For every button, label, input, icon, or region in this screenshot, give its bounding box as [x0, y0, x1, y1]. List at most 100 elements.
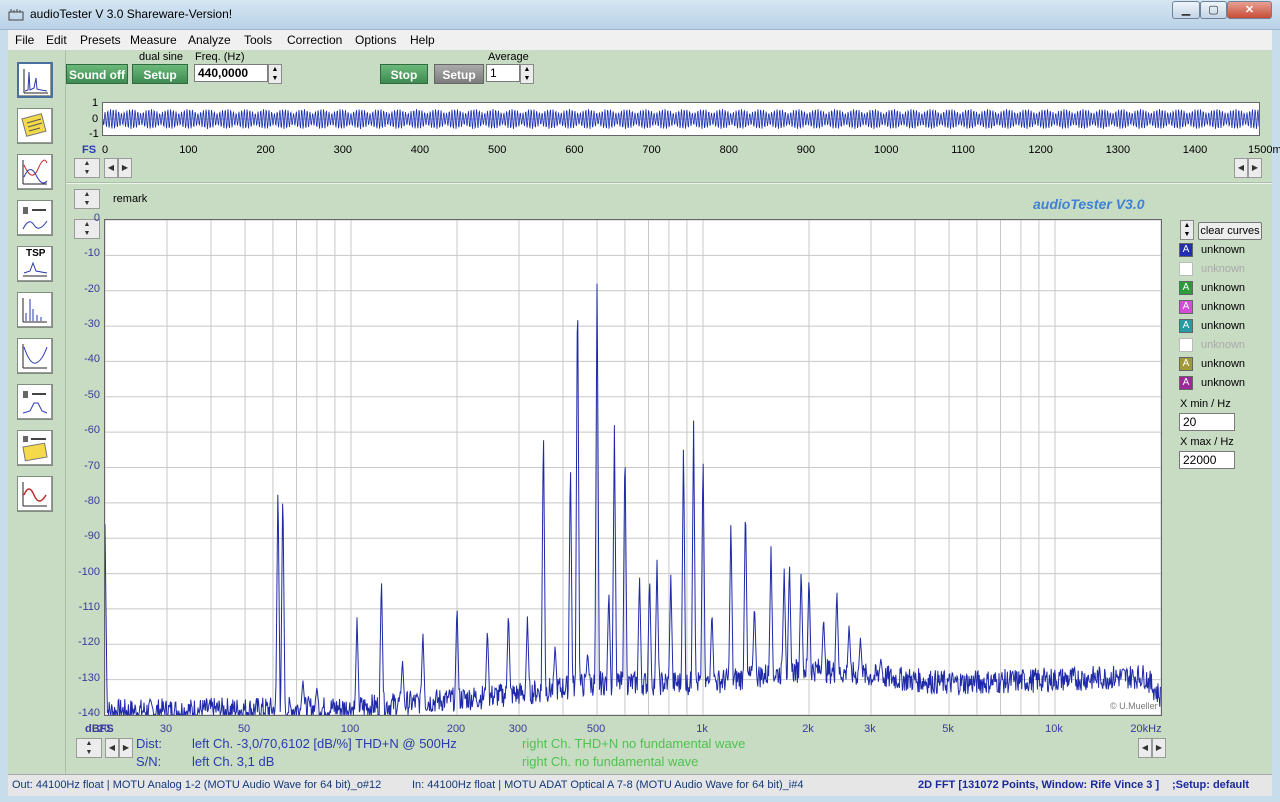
- tsp-icon[interactable]: TSP: [17, 246, 53, 282]
- y-tick-label: -110: [78, 600, 100, 613]
- curve-color-chip[interactable]: A: [1179, 319, 1193, 333]
- menu-measure[interactable]: Measure: [130, 33, 177, 47]
- curve-color-chip[interactable]: A: [1179, 300, 1193, 314]
- sound-off-button[interactable]: Sound off: [66, 64, 128, 84]
- fft-icon[interactable]: [17, 62, 53, 98]
- y-tick-label: -10: [84, 247, 100, 260]
- maximize-button[interactable]: ▢: [1200, 1, 1227, 19]
- menu-help[interactable]: Help: [410, 33, 435, 47]
- dist-right-value: right Ch. THD+N no fundamental wave: [522, 736, 746, 751]
- y-tick-label: 0: [93, 212, 100, 224]
- speaker-sweep-icon[interactable]: [17, 200, 53, 236]
- menu-correction[interactable]: Correction: [287, 33, 342, 47]
- fft-spectrum-chart: [105, 220, 1161, 715]
- x-tick-label: 30: [159, 723, 173, 735]
- scope-scroll-right[interactable]: ▶: [118, 158, 132, 178]
- average-spinner[interactable]: ▲ ▼: [520, 64, 534, 84]
- generator-setup-button[interactable]: Setup: [132, 64, 188, 84]
- scope-xtick: 0: [102, 144, 109, 156]
- frequency-spinner[interactable]: ▲ ▼: [268, 64, 282, 84]
- y-tick-label: -90: [84, 530, 100, 543]
- legend-item[interactable]: Aunknown: [1179, 280, 1269, 297]
- curve-label: unknown: [1201, 377, 1246, 389]
- legend-item[interactable]: Aunknown: [1179, 375, 1269, 392]
- curve-color-chip[interactable]: A: [1179, 376, 1193, 390]
- x-scroll-right-end[interactable]: ▶: [1152, 738, 1166, 758]
- x-tick-label: 20kHz: [1130, 723, 1162, 735]
- stop-button[interactable]: Stop: [380, 64, 428, 84]
- status-input-device: In: 44100Hz float | MOTU ADAT Optical A …: [412, 779, 804, 791]
- xmax-input[interactable]: 22000: [1179, 451, 1235, 469]
- dist-left-value: left Ch. -3,0/70,6102 [dB/%] THD+N @ 500…: [192, 736, 457, 751]
- close-button[interactable]: ✕: [1227, 1, 1272, 19]
- x-scroll-left-end[interactable]: ◀: [1138, 738, 1152, 758]
- legend-spinner[interactable]: ▲ ▼: [1180, 220, 1194, 240]
- legend-item[interactable]: Aunknown: [1179, 356, 1269, 373]
- y-tick-label: -70: [84, 459, 100, 472]
- scope-xtick: 1100: [951, 144, 975, 156]
- brand-label: audioTester V3.0: [1033, 196, 1145, 212]
- y-tick-label: -50: [84, 388, 100, 401]
- scope-zoom-spinner[interactable]: ▲ ▼: [74, 158, 100, 178]
- frequency-response-icon[interactable]: [17, 154, 53, 190]
- copyright-label: © U.Mueller: [1110, 701, 1158, 711]
- curve-label: unknown: [1201, 282, 1246, 294]
- curve-label: unknown: [1201, 339, 1246, 351]
- sn-right-value: right Ch. no fundamental wave: [522, 754, 699, 769]
- plot-level-spinner[interactable]: ▲ ▼: [74, 189, 100, 209]
- x-tick-label: 200: [446, 723, 466, 735]
- curve-color-chip[interactable]: [1179, 338, 1193, 352]
- minimize-button[interactable]: ▁: [1172, 1, 1200, 19]
- x-tick-label: 2k: [802, 723, 814, 735]
- oscilloscope-waveform: [102, 108, 1260, 130]
- curve-color-chip[interactable]: [1179, 262, 1193, 276]
- y-tick-label: -60: [84, 424, 100, 437]
- x-zoom-spinner[interactable]: ▲ ▼: [76, 738, 102, 758]
- xmin-input[interactable]: 20: [1179, 413, 1235, 431]
- curve-color-chip[interactable]: A: [1179, 243, 1193, 257]
- x-scroll-left[interactable]: ◀: [105, 738, 119, 758]
- x-tick-label: 100: [340, 723, 360, 735]
- mode-label: dual sine: [139, 51, 184, 63]
- multiplex-icon[interactable]: [17, 430, 53, 466]
- scope-xtick: 100: [179, 144, 198, 156]
- average-input[interactable]: 1: [486, 64, 520, 82]
- menu-file[interactable]: File: [15, 33, 34, 47]
- status-setup: ;Setup: default: [1172, 779, 1249, 791]
- menu-presets[interactable]: Presets: [80, 33, 121, 47]
- x-scroll-right[interactable]: ▶: [119, 738, 133, 758]
- speaker-curve-icon[interactable]: [17, 384, 53, 420]
- y-tick-label: -100: [77, 565, 100, 578]
- scope-scroll-left[interactable]: ◀: [104, 158, 118, 178]
- menu-edit[interactable]: Edit: [46, 33, 67, 47]
- y-tick-label: -20: [84, 282, 100, 295]
- xmin-label: X min / Hz: [1180, 398, 1231, 410]
- status-output-device: Out: 44100Hz float | MOTU Analog 1-2 (MO…: [12, 779, 382, 791]
- legend-item[interactable]: Aunknown: [1179, 242, 1269, 259]
- spectrum-icon[interactable]: [17, 292, 53, 328]
- legend-item[interactable]: Aunknown: [1179, 299, 1269, 316]
- menu-tools[interactable]: Tools: [244, 33, 272, 47]
- remark-text: remark: [113, 193, 148, 205]
- x-tick-label: 300: [508, 723, 528, 735]
- legend-item[interactable]: unknown: [1179, 337, 1269, 354]
- menu-options[interactable]: Options: [355, 33, 396, 47]
- oscilloscope-panel: [102, 102, 1260, 136]
- clear-curves-button[interactable]: clear curves: [1198, 222, 1262, 240]
- legend-item[interactable]: unknown: [1179, 261, 1269, 278]
- frequency-input[interactable]: 440,0000: [194, 64, 268, 82]
- impedance-icon[interactable]: [17, 338, 53, 374]
- scope-xtick: 400: [410, 144, 430, 156]
- scope-scroll-right-end[interactable]: ▶: [1248, 158, 1262, 178]
- scope-scroll-left-end[interactable]: ◀: [1234, 158, 1248, 178]
- menu-analyze[interactable]: Analyze: [188, 33, 231, 47]
- y-tick-label: -40: [84, 353, 100, 366]
- analyzer-setup-button[interactable]: Setup: [434, 64, 484, 84]
- generator-icon[interactable]: [17, 476, 53, 512]
- multitone-icon[interactable]: [17, 108, 53, 144]
- main-window: TSP Sound off dual sine Setup Freq. (Hz)…: [8, 50, 1280, 774]
- curve-color-chip[interactable]: A: [1179, 281, 1193, 295]
- legend-item[interactable]: Aunknown: [1179, 318, 1269, 335]
- left-toolbar: TSP: [8, 50, 66, 774]
- curve-color-chip[interactable]: A: [1179, 357, 1193, 371]
